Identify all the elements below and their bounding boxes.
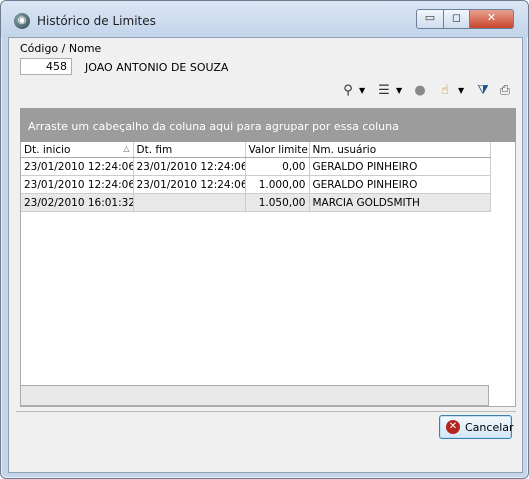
cell-dt-inicio: 23/02/2010 16:01:32 [21, 193, 134, 212]
grid-footer [20, 385, 489, 406]
chevron-down-icon[interactable]: ▼ [396, 86, 402, 95]
close-button[interactable]: ✕ [469, 9, 514, 29]
tree-icon[interactable]: ⚲ [339, 82, 357, 100]
cell-nm-usuario: GERALDO PINHEIRO [309, 157, 491, 176]
dialog-window: ◉ Histórico de Limites ▭ ◻ ✕ Código / No… [0, 0, 529, 479]
cell-nm-usuario: MARCIA GOLDSMITH [309, 193, 491, 212]
grid-table: Dt. inicio △ Dt. fim Valor limite Nm. usu… [21, 142, 491, 212]
chevron-down-icon[interactable]: ▼ [359, 86, 365, 95]
minimize-button[interactable]: ▭ [416, 9, 444, 29]
hand-icon[interactable]: ☝ [436, 82, 454, 100]
cell-dt-inicio: 23/01/2010 12:24:06 [21, 157, 134, 176]
cell-valor-limite: 0,00 [245, 157, 310, 176]
table-row[interactable]: 23/01/2010 12:24:06 23/01/2010 12:24:06 … [21, 157, 491, 176]
column-header-valor-limite[interactable]: Valor limite [245, 142, 310, 158]
sort-ascending-icon: △ [123, 143, 130, 153]
list-options-icon[interactable]: ☰ [375, 82, 393, 100]
codigo-nome-label: Código / Nome [20, 42, 102, 55]
codigo-field[interactable]: 458 [20, 58, 72, 75]
cell-valor-limite: 1.000,00 [245, 175, 310, 194]
column-header-nm-usuario[interactable]: Nm. usuário [309, 142, 491, 158]
column-header-dt-inicio[interactable]: Dt. inicio △ [21, 142, 134, 158]
title-bar[interactable]: ◉ Histórico de Limites ▭ ◻ ✕ [1, 1, 528, 37]
cancel-button-label: Cancelar [465, 421, 514, 434]
grid-header-row: Dt. inicio △ Dt. fim Valor limite Nm. usu… [21, 142, 491, 158]
divider [16, 411, 516, 412]
nome-value: JOAO ANTONIO DE SOUZA [85, 61, 229, 74]
cell-valor-limite: 1.050,00 [245, 193, 310, 212]
cell-nm-usuario: GERALDO PINHEIRO [309, 175, 491, 194]
cell-dt-fim: 23/01/2010 12:24:06 [133, 175, 246, 194]
group-by-panel[interactable]: Arraste um cabeçalho da coluna aqui para… [20, 108, 516, 142]
cell-dt-fim: 23/01/2010 12:24:06 [133, 157, 246, 176]
maximize-button[interactable]: ◻ [443, 9, 470, 29]
cell-dt-fim [133, 193, 246, 212]
cancel-icon: ✕ [446, 420, 460, 434]
circle-icon[interactable]: ● [411, 82, 429, 100]
data-grid[interactable]: Dt. inicio △ Dt. fim Valor limite Nm. usu… [20, 142, 516, 407]
print-icon[interactable]: ⎙ [496, 82, 514, 100]
dialog-content: Código / Nome 458 JOAO ANTONIO DE SOUZA … [8, 37, 523, 473]
cancel-button[interactable]: ✕ Cancelar [439, 415, 514, 439]
chevron-down-icon[interactable]: ▼ [458, 86, 464, 95]
column-header-dt-fim[interactable]: Dt. fim [133, 142, 246, 158]
table-row[interactable]: 23/01/2010 12:24:06 23/01/2010 12:24:06 … [21, 175, 491, 194]
table-row[interactable]: 23/02/2010 16:01:32 1.050,00 MARCIA GOLD… [21, 193, 491, 212]
window-title: Histórico de Limites [37, 14, 156, 28]
filter-icon[interactable]: ⧩ [474, 82, 492, 100]
cell-dt-inicio: 23/01/2010 12:24:06 [21, 175, 134, 194]
group-by-hint: Arraste um cabeçalho da coluna aqui para… [28, 120, 399, 133]
app-logo-icon: ◉ [14, 13, 30, 29]
